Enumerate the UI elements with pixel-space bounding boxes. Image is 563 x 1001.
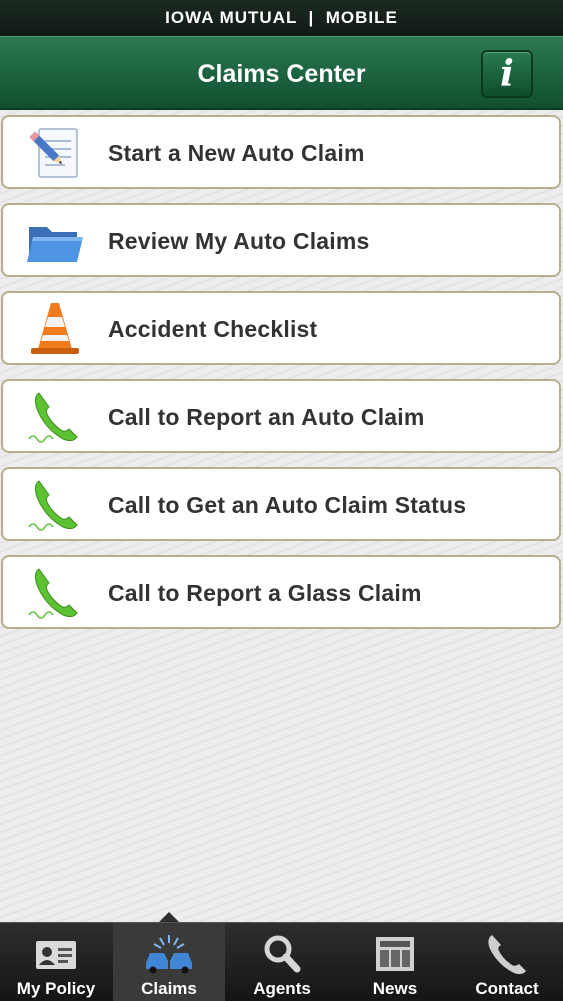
menu-item-label: Review My Auto Claims [108,228,370,254]
menu-item-label: Call to Report a Glass Claim [108,580,422,606]
folder-icon [27,227,83,262]
tab-agents[interactable]: Agents [226,923,338,1001]
tab-label: My Policy [16,979,96,998]
menu-item-review-auto-claims[interactable]: Review My Auto Claims [1,203,561,277]
menu-item-call-report-auto-claim[interactable]: Call to Report an Auto Claim [1,379,561,453]
info-button[interactable]: i [481,50,533,98]
car-crash-icon [146,935,192,974]
tab-claims[interactable]: Claims [113,923,225,1001]
menu-item-label: Call to Report an Auto Claim [108,404,425,430]
tab-label: Contact [475,979,539,998]
tab-label: Agents [253,979,311,998]
nav-header: Claims Center i [0,36,563,110]
magnifier-icon [264,935,301,973]
id-card-icon [36,941,76,969]
newspaper-icon [376,937,414,971]
page-title: Claims Center [197,60,366,88]
menu-item-call-report-glass-claim[interactable]: Call to Report a Glass Claim [1,555,561,629]
menu-item-label: Accident Checklist [108,316,318,342]
menu-item-start-new-auto-claim[interactable]: Start a New Auto Claim [1,115,561,189]
tab-label: News [372,979,418,998]
brand-text: IOWA MUTUAL | MOBILE [165,8,398,27]
traffic-cone-icon [31,303,79,354]
menu-item-label: Call to Get an Auto Claim Status [108,492,467,518]
tab-contact[interactable]: Contact [451,923,563,1001]
phone-icon [28,568,78,619]
menu-item-label: Start a New Auto Claim [108,140,365,166]
form-pencil-icon [29,128,78,178]
phone-icon [28,480,78,531]
menu-item-accident-checklist[interactable]: Accident Checklist [1,291,561,365]
phone-icon [28,392,78,443]
menu-item-call-claim-status[interactable]: Call to Get an Auto Claim Status [1,467,561,541]
brand-bar: IOWA MUTUAL | MOBILE [0,0,563,36]
tab-label: Claims [141,979,197,998]
tab-my-policy[interactable]: My Policy [0,923,112,1001]
tab-news[interactable]: News [339,923,451,1001]
active-tab-indicator [159,912,179,922]
tab-bar: My Policy Claims Agents News Contact [0,922,563,1001]
phone-icon [488,935,526,975]
claims-menu: Start a New Auto Claim Review My Auto Cl… [0,110,563,922]
